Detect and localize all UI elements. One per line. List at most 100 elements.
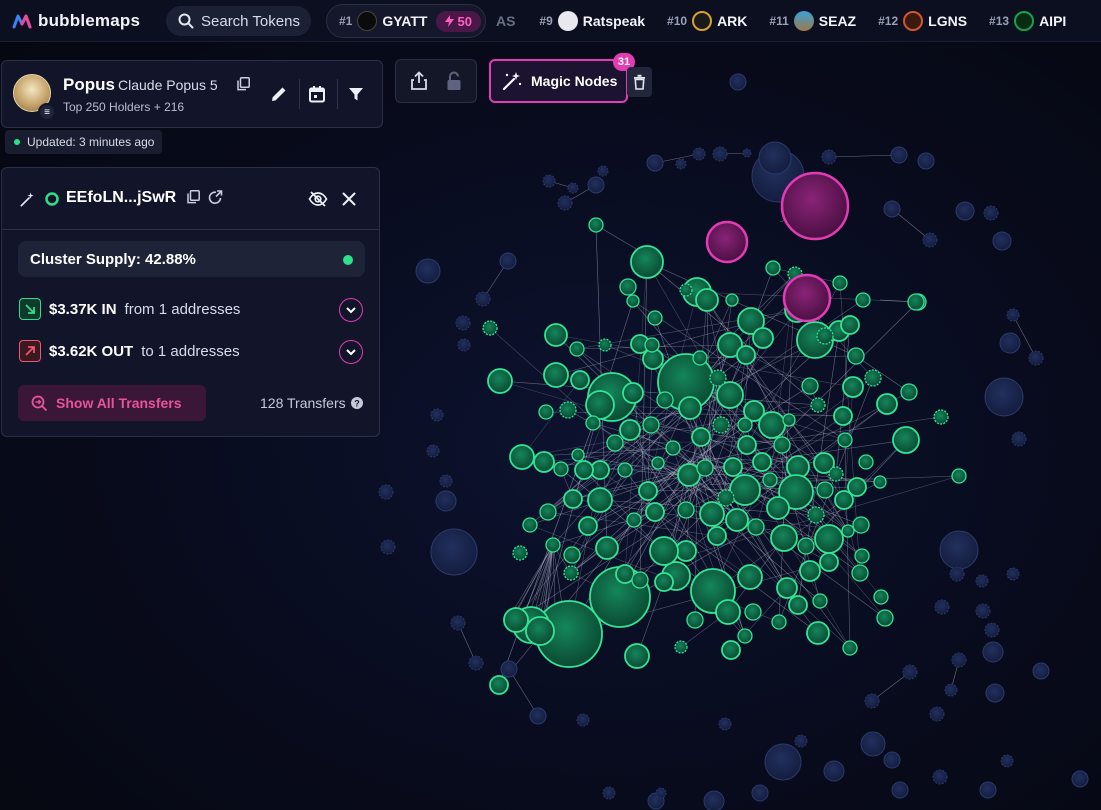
cluster-bubble[interactable]: [737, 435, 757, 455]
cluster-bubble[interactable]: [489, 675, 509, 695]
cluster-bubble[interactable]: [819, 552, 839, 572]
cluster-bubble[interactable]: [482, 320, 498, 336]
holder-bubble[interactable]: [794, 734, 808, 748]
cluster-bubble[interactable]: [747, 518, 765, 536]
holder-bubble[interactable]: [729, 73, 747, 91]
cluster-bubble[interactable]: [717, 489, 735, 507]
cluster-bubble[interactable]: [847, 347, 865, 365]
cluster-bubble[interactable]: [654, 572, 674, 592]
cluster-bubble[interactable]: [737, 628, 753, 644]
holder-bubble[interactable]: [984, 377, 1024, 417]
holder-bubble[interactable]: [587, 176, 605, 194]
cluster-bubble[interactable]: [841, 524, 855, 538]
cluster-bubble[interactable]: [709, 369, 727, 387]
holder-bubble[interactable]: [718, 717, 732, 731]
holder-bubble[interactable]: [992, 231, 1012, 251]
cluster-bubble[interactable]: [606, 434, 624, 452]
cluster-bubble[interactable]: [615, 564, 635, 584]
cluster-bubble[interactable]: [765, 260, 781, 276]
cluster-bubble[interactable]: [617, 462, 633, 478]
filter-button[interactable]: [343, 81, 369, 107]
cluster-bubble[interactable]: [644, 337, 660, 353]
cluster-bubble[interactable]: [487, 368, 513, 394]
cluster-bubble[interactable]: [686, 611, 704, 629]
cluster-bubble[interactable]: [788, 595, 808, 615]
ticker-item-lgns[interactable]: #12 LGNS: [878, 11, 967, 31]
cluster-bubble[interactable]: [570, 370, 590, 390]
cluster-bubble[interactable]: [674, 640, 688, 654]
cluster-bubble[interactable]: [675, 540, 697, 562]
holder-bubble[interactable]: [646, 154, 664, 172]
cluster-bubble[interactable]: [801, 377, 819, 395]
holder-bubble[interactable]: [883, 200, 901, 218]
cluster-bubble[interactable]: [677, 501, 695, 519]
holder-bubble[interactable]: [500, 660, 518, 678]
cluster-bubble[interactable]: [854, 548, 870, 564]
holder-bubble[interactable]: [1006, 308, 1020, 322]
holder-bubble[interactable]: [890, 146, 908, 164]
cluster-bubble[interactable]: [647, 310, 663, 326]
holder-bubble[interactable]: [883, 751, 901, 769]
cluster-bubble[interactable]: [737, 564, 763, 590]
cluster-bubble[interactable]: [585, 415, 601, 431]
cluster-bubble[interactable]: [851, 564, 869, 582]
cluster-bubble[interactable]: [806, 621, 830, 645]
cluster-bubble[interactable]: [876, 393, 898, 415]
clear-magic-nodes-button[interactable]: [627, 67, 652, 97]
expand-inflow-button[interactable]: [339, 298, 363, 322]
cluster-bubble[interactable]: [828, 466, 844, 482]
ticker-item-gyatt[interactable]: #1 GYATT 50: [326, 4, 486, 38]
cluster-bubble[interactable]: [651, 456, 665, 470]
holder-bubble[interactable]: [1006, 567, 1020, 581]
cluster-bubble[interactable]: [933, 409, 949, 425]
holder-bubble[interactable]: [821, 149, 837, 165]
ticker-item-aipi[interactable]: #13 AIPI: [989, 11, 1066, 31]
cluster-bubble[interactable]: [563, 546, 581, 564]
holder-bubble[interactable]: [435, 490, 457, 512]
holder-bubble[interactable]: [951, 652, 967, 668]
search-bar[interactable]: Search Tokens: [166, 6, 311, 36]
cluster-bubble[interactable]: [598, 338, 612, 352]
cluster-bubble[interactable]: [707, 526, 727, 546]
holder-bubble[interactable]: [712, 146, 728, 162]
copy-address-button[interactable]: [232, 73, 254, 95]
cluster-bubble[interactable]: [587, 487, 613, 513]
holder-bubble[interactable]: [955, 201, 975, 221]
cluster-bubble[interactable]: [538, 404, 554, 420]
cluster-bubble[interactable]: [679, 283, 693, 297]
cluster-bubble[interactable]: [626, 512, 642, 528]
holder-bubble[interactable]: [1071, 770, 1089, 788]
cluster-bubble[interactable]: [752, 327, 774, 349]
holder-bubble[interactable]: [932, 769, 948, 785]
cluster-bubble[interactable]: [545, 537, 561, 553]
holder-bubble[interactable]: [1028, 350, 1044, 366]
holder-bubble[interactable]: [415, 258, 441, 284]
cluster-bubble[interactable]: [842, 640, 858, 656]
holder-bubble[interactable]: [917, 152, 935, 170]
cluster-bubble[interactable]: [571, 448, 585, 462]
cluster-bubble[interactable]: [512, 545, 528, 561]
cluster-bubble[interactable]: [873, 589, 889, 605]
edit-button[interactable]: [266, 81, 292, 107]
cluster-bubble[interactable]: [833, 406, 853, 426]
cluster-bubble[interactable]: [858, 454, 874, 470]
cluster-bubble[interactable]: [539, 503, 557, 521]
cluster-bubble[interactable]: [553, 461, 569, 477]
holder-bubble[interactable]: [764, 743, 802, 781]
cluster-bubble[interactable]: [533, 451, 555, 473]
holder-bubble[interactable]: [675, 158, 687, 170]
cluster-bubble[interactable]: [900, 383, 918, 401]
magic-node-bubble[interactable]: [705, 220, 749, 264]
cluster-bubble[interactable]: [723, 457, 743, 477]
cluster-bubble[interactable]: [543, 362, 569, 388]
holder-bubble[interactable]: [380, 539, 396, 555]
cluster-bubble[interactable]: [951, 468, 967, 484]
cluster-bubble[interactable]: [522, 517, 538, 533]
cluster-bubble[interactable]: [642, 416, 660, 434]
cluster-bubble[interactable]: [771, 614, 787, 630]
ticker-item-ark[interactable]: #10 ARK: [667, 11, 747, 31]
holder-bubble[interactable]: [430, 528, 478, 576]
cluster-bubble[interactable]: [762, 472, 778, 488]
holder-bubble[interactable]: [984, 622, 1000, 638]
cluster-bubble[interactable]: [678, 396, 702, 420]
